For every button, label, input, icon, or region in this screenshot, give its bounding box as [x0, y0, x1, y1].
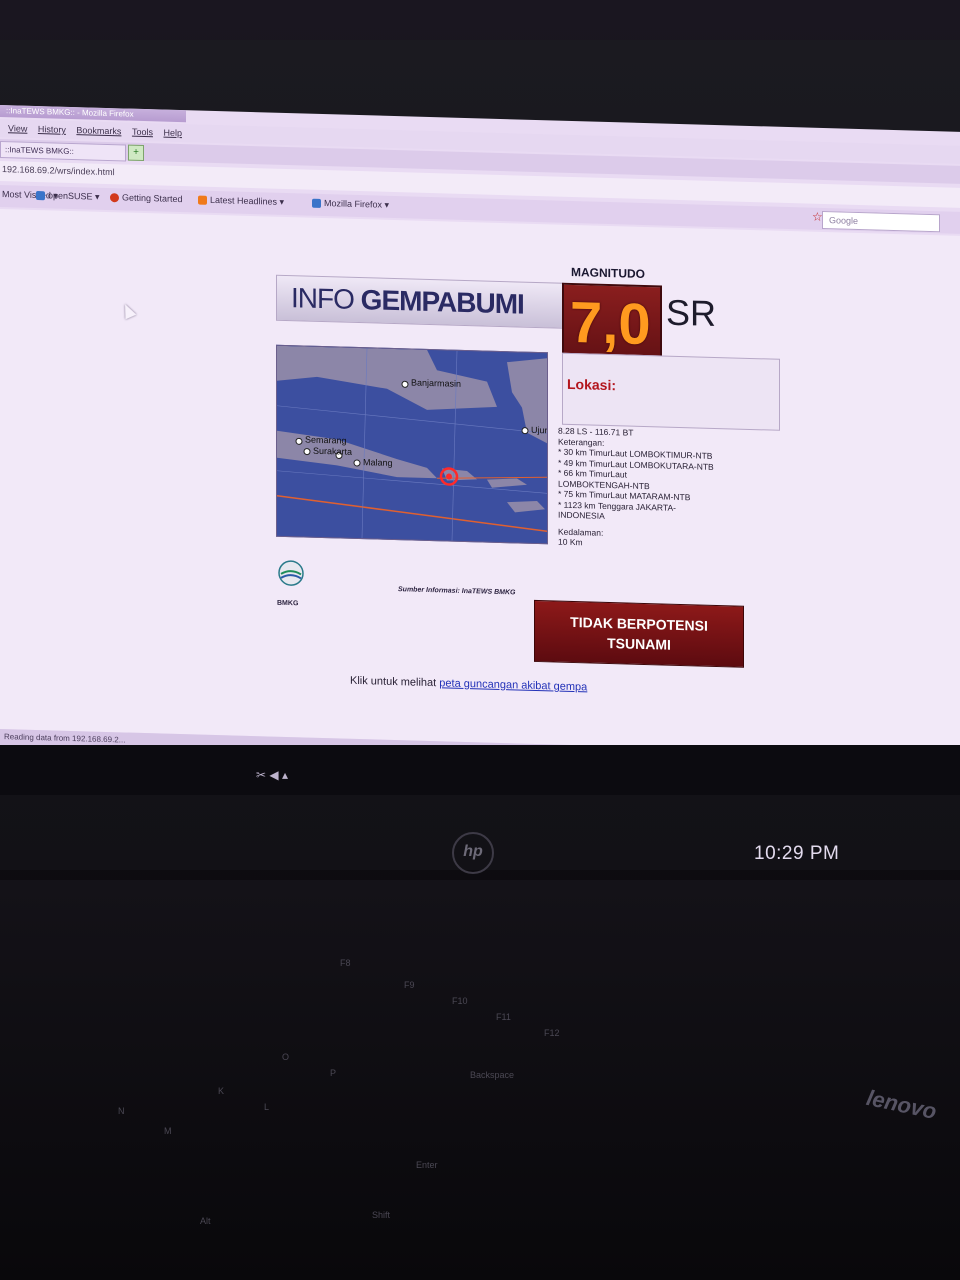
bookmark-latest-headlines-label: Latest Headlines	[210, 194, 278, 207]
bookmark-latest-headlines[interactable]: Latest Headlines ▾	[198, 195, 284, 208]
key-f8: F8	[340, 958, 351, 968]
clock: 10:29 PM	[754, 843, 840, 864]
new-tab-plus-icon[interactable]: +	[128, 144, 144, 162]
tab-inatews[interactable]: ::InaTEWS BMKG::	[0, 141, 126, 162]
key-m: M	[164, 1126, 172, 1136]
tsunami-status-badge: TIDAK BERPOTENSI TSUNAMI	[534, 599, 744, 668]
monitor-screen: ::InaTEWS BMKG:: - Mozilla Firefox View …	[0, 105, 960, 782]
menu-view[interactable]: View	[8, 123, 27, 134]
title-prefix: INFO	[291, 282, 354, 315]
rss-icon	[198, 195, 207, 205]
firefox-icon	[110, 193, 119, 203]
menu-bookmarks[interactable]: Bookmarks	[76, 125, 121, 136]
bookmark-mozilla-firefox[interactable]: Mozilla Firefox ▾	[312, 198, 389, 211]
menu-tools[interactable]: Tools	[132, 127, 153, 138]
map-city-banjarmasin: Banjarmasin	[411, 377, 462, 389]
menu-help[interactable]: Help	[163, 128, 182, 139]
magnitude-label: MAGNITUDO	[571, 264, 645, 282]
earthquake-map[interactable]: Banjarmasin Semarang Surakarta Malang Uj…	[276, 344, 548, 545]
key-backspace: Backspace	[470, 1070, 515, 1080]
key-f10: F10	[452, 996, 468, 1006]
magnitude-value: 7,0	[570, 289, 651, 358]
bookmark-opensuse[interactable]: openSUSE ▾	[36, 190, 100, 203]
header-banner: INFO GEMPABUMI	[276, 274, 564, 329]
url-text: 192.168.69.2/wrs/index.html	[2, 164, 115, 178]
magnitude-unit: SR	[666, 291, 717, 335]
key-k: K	[218, 1086, 225, 1096]
key-l: L	[264, 1102, 270, 1112]
map-city-surakarta: Surakarta	[313, 445, 353, 457]
title-strong: GEMPABUMI	[360, 284, 524, 320]
bookmark-getting-started[interactable]: Getting Started	[110, 192, 183, 204]
page-title: INFO GEMPABUMI	[291, 282, 524, 321]
tray-icons[interactable]: ✂ ◀ ▴	[256, 768, 288, 782]
lokasi-panel: Lokasi:	[562, 352, 780, 431]
key-p: P	[330, 1068, 337, 1078]
taskbar	[0, 745, 960, 795]
map-city-malang: Malang	[363, 457, 393, 468]
bookmark-mozilla-firefox-label: Mozilla Firefox	[324, 198, 383, 210]
key-enter: Enter	[416, 1160, 438, 1170]
hp-logo-icon: hp	[452, 832, 494, 874]
key-f12: F12	[544, 1028, 560, 1038]
bookmark-getting-started-label: Getting Started	[122, 192, 183, 205]
key-shift: Shift	[372, 1210, 391, 1220]
search-input[interactable]: Google	[822, 210, 940, 233]
quake-details: 8.28 LS - 116.71 BT Keterangan: * 30 km …	[558, 426, 788, 554]
bmkg-label: BMKG	[277, 599, 299, 608]
link-prefix: Klik untuk melihat	[350, 674, 437, 690]
map-city-ujung: Ujung	[531, 424, 548, 436]
key-f11: F11	[496, 1012, 511, 1022]
key-alt: Alt	[200, 1216, 211, 1226]
menu-history[interactable]: History	[38, 124, 66, 135]
folder-icon	[36, 191, 45, 201]
bookmark-opensuse-label: openSUSE	[48, 190, 93, 202]
laptop-keyboard: F8 F9 F10 F11 F12 Backspace Enter Shift …	[0, 880, 960, 1280]
map-city-semarang: Semarang	[305, 434, 347, 446]
photo: ::InaTEWS BMKG:: - Mozilla Firefox View …	[0, 0, 960, 1280]
key-n: N	[118, 1106, 125, 1116]
folder-icon	[312, 198, 321, 209]
lokasi-title: Lokasi:	[567, 375, 617, 394]
bmkg-logo-icon	[278, 560, 304, 586]
key-f9: F9	[404, 980, 415, 990]
key-o: O	[282, 1052, 290, 1062]
